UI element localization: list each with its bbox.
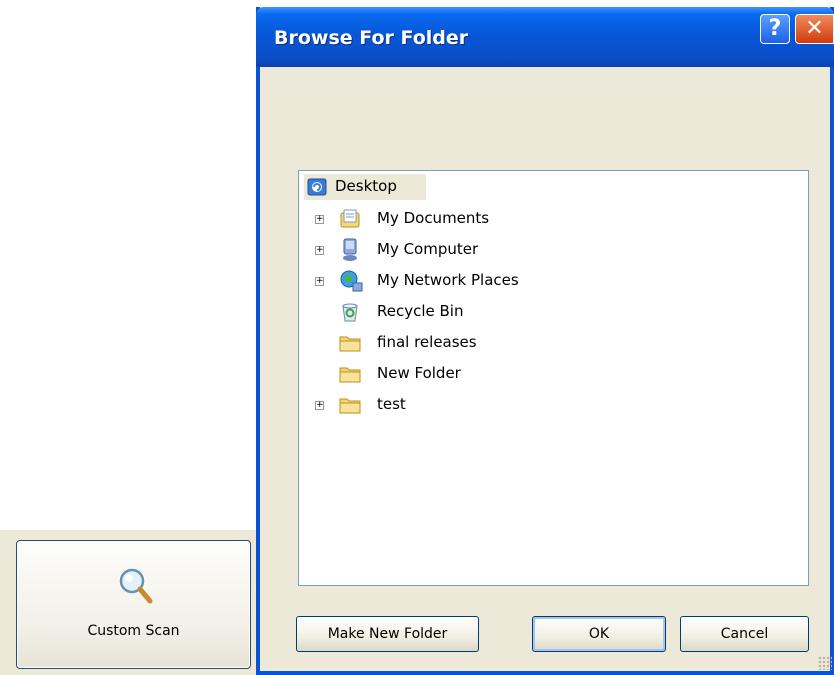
tree-item-my-computer[interactable]: + My Computer: [315, 237, 545, 263]
expand-icon[interactable]: +: [315, 401, 324, 410]
custom-scan-button[interactable]: Custom Scan: [16, 540, 251, 669]
tree-item-new-folder[interactable]: New Folder: [315, 361, 545, 387]
help-icon: ?: [768, 16, 782, 41]
tree-item-label: final releases: [377, 333, 477, 351]
recycle-bin-icon: [342, 303, 358, 322]
tree-item-label: My Computer: [377, 240, 479, 258]
resize-grip-icon[interactable]: [818, 656, 832, 670]
computer-icon: [343, 238, 357, 261]
ok-button[interactable]: OK: [532, 616, 666, 652]
expand-icon[interactable]: +: [315, 277, 324, 286]
close-icon: ✕: [805, 16, 824, 41]
expand-icon[interactable]: +: [315, 246, 324, 255]
close-button[interactable]: ✕: [795, 14, 834, 44]
folder-icon: [339, 336, 361, 352]
tree-item-my-documents[interactable]: + My Documents: [315, 206, 545, 232]
folder-tree[interactable]: Desktop + My Documents + My Computer + M…: [298, 170, 809, 586]
folder-icon: [339, 398, 361, 414]
tree-item-label: Recycle Bin: [377, 302, 464, 320]
cancel-button[interactable]: Cancel: [680, 616, 809, 652]
dialog-title: Browse For Folder: [274, 27, 469, 49]
magnifier-icon: [119, 568, 153, 604]
tree-item-label: My Network Places: [377, 271, 519, 289]
tree-item-label: My Documents: [377, 209, 490, 227]
tree-item-final-releases[interactable]: final releases: [315, 330, 545, 356]
expand-icon[interactable]: +: [315, 215, 324, 224]
tree-item-my-network-places[interactable]: + My Network Places: [315, 268, 575, 294]
dialog-titlebar[interactable]: Browse For Folder: [256, 7, 834, 67]
custom-scan-label: Custom Scan: [87, 623, 180, 639]
tree-item-label: New Folder: [377, 364, 461, 382]
help-button[interactable]: ?: [760, 14, 790, 44]
tree-item-recycle-bin[interactable]: Recycle Bin: [315, 299, 545, 325]
tree-item-test[interactable]: + test: [315, 392, 545, 418]
network-icon: [340, 270, 363, 292]
folder-icon: [339, 367, 361, 383]
tree-item-desktop[interactable]: Desktop: [307, 174, 437, 200]
make-new-folder-button[interactable]: Make New Folder: [296, 616, 479, 652]
desktop-icon: [307, 178, 327, 196]
tree-item-label: Desktop: [335, 177, 397, 195]
documents-icon: [340, 209, 360, 228]
tree-item-label: test: [377, 395, 406, 413]
